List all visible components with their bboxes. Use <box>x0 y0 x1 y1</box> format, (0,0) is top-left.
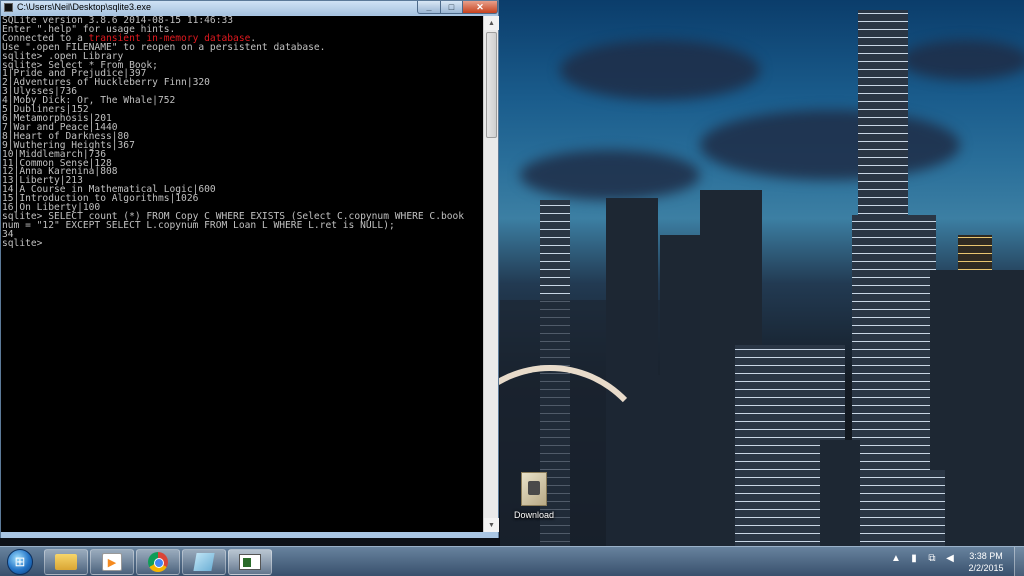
console-prompt[interactable]: sqlite> <box>2 238 42 249</box>
taskbar-notes-button[interactable] <box>182 549 226 575</box>
window-border <box>1 532 498 538</box>
desktop-icon-label: Download <box>513 510 555 520</box>
scroll-up-arrow-icon[interactable]: ▲ <box>484 16 499 30</box>
taskbar-sqlite-console-button[interactable] <box>228 549 272 575</box>
media-player-icon: ▶ <box>102 553 122 571</box>
windows-logo-icon: ⊞ <box>7 549 33 575</box>
sql-query-line: num = "12" EXCEPT SELECT L.copynum FROM … <box>2 219 395 231</box>
scrollbar-thumb[interactable] <box>486 32 497 138</box>
console-window[interactable]: C:\Users\Neil\Desktop\sqlite3.exe _ □ ✕ … <box>0 0 499 538</box>
taskbar-clock[interactable]: 3:38 PM 2/2/2015 <box>962 550 1010 574</box>
network-icon[interactable]: ▮ <box>908 553 920 564</box>
taskbar: ⊞ ▶ ▲ ▮ ⧉ ◀ 3:38 PM 2/2/2015 <box>0 546 1024 576</box>
desktop-icon-download[interactable]: Download <box>508 472 560 520</box>
terminal-text: SQLite version 3.8.6 2014-08-15 11:46:33… <box>1 16 483 249</box>
show-desktop-button[interactable] <box>1014 547 1024 576</box>
terminal-output[interactable]: SQLite version 3.8.6 2014-08-15 11:46:33… <box>1 16 483 532</box>
taskbar-chrome-button[interactable] <box>136 549 180 575</box>
window-titlebar[interactable]: C:\Users\Neil\Desktop\sqlite3.exe _ □ ✕ <box>1 1 498 15</box>
folder-icon <box>55 554 77 570</box>
window-title: C:\Users\Neil\Desktop\sqlite3.exe <box>17 2 152 12</box>
taskbar-explorer-button[interactable] <box>44 549 88 575</box>
start-button[interactable]: ⊞ <box>2 547 38 576</box>
scroll-down-arrow-icon[interactable]: ▼ <box>484 518 499 532</box>
clock-time: 3:38 PM <box>969 551 1003 561</box>
action-center-icon[interactable]: ⧉ <box>926 553 938 564</box>
download-folder-icon <box>521 472 547 506</box>
clock-date: 2/2/2015 <box>968 563 1004 573</box>
system-tray: ▲ ▮ ⧉ ◀ <box>890 553 956 564</box>
console-app-icon <box>4 3 13 12</box>
volume-icon[interactable]: ◀ <box>944 553 956 564</box>
vertical-scrollbar[interactable]: ▲ ▼ <box>483 16 499 532</box>
taskbar-media-player-button[interactable]: ▶ <box>90 549 134 575</box>
chrome-icon <box>148 552 168 572</box>
show-hidden-icons-icon[interactable]: ▲ <box>890 553 902 564</box>
minimize-button[interactable]: _ <box>417 1 441 14</box>
close-button[interactable]: ✕ <box>462 1 498 14</box>
console-icon <box>239 554 261 570</box>
sticky-notes-icon <box>193 553 215 571</box>
maximize-button[interactable]: □ <box>440 1 463 14</box>
